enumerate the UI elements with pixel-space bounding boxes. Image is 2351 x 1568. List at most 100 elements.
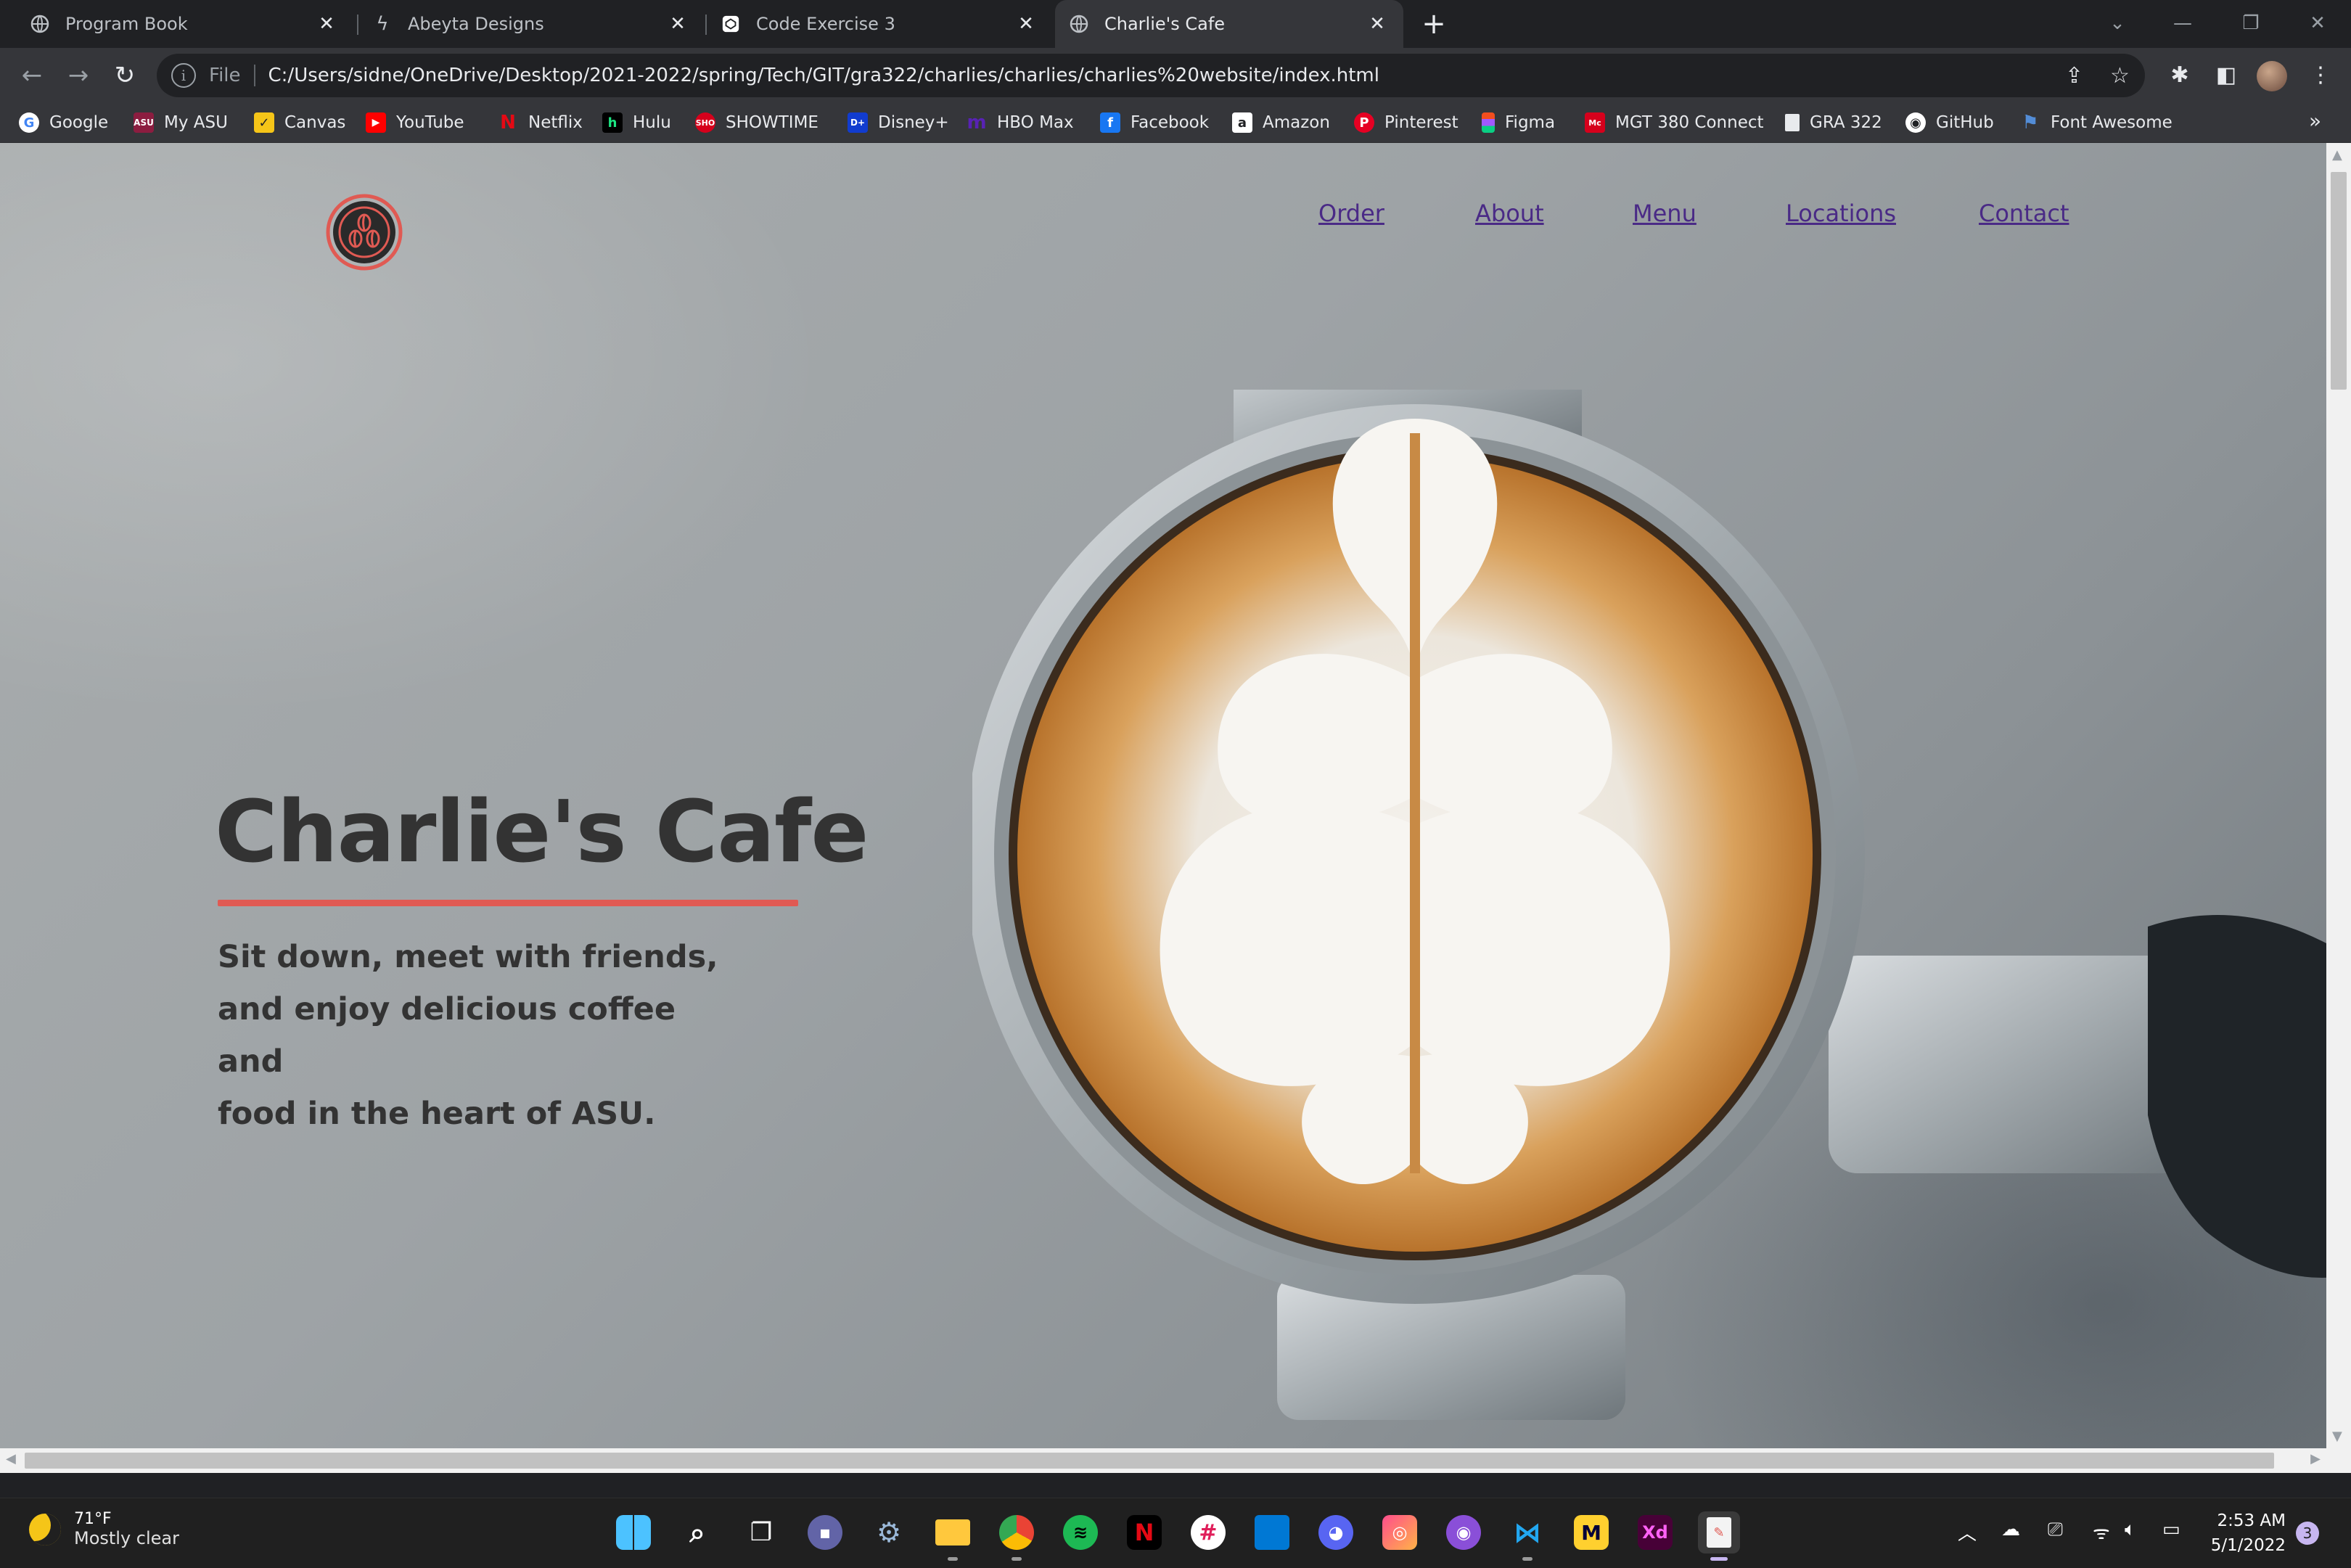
netflix-icon[interactable]: N <box>1123 1511 1165 1553</box>
forward-arrow-icon[interactable]: → <box>62 59 94 91</box>
windows-taskbar: 71°F Mostly clear ⌕ ❐ ▪ ⚙ ≋ N # ◕ ◎ ◉ ⋈ … <box>0 1498 2351 1568</box>
bookmark-facebook[interactable]: f Facebook <box>1100 110 1209 135</box>
bookmark-my-asu[interactable]: ASU My ASU <box>134 110 228 135</box>
tab-program-book[interactable]: Program Book ✕ <box>0 0 353 48</box>
bookmark-youtube[interactable]: ▶ YouTube <box>366 110 464 135</box>
photos-icon[interactable]: ◎ <box>1379 1511 1421 1553</box>
system-clock[interactable]: 2:53 AM 5/1/2022 <box>2199 1509 2286 1558</box>
nav-link-order[interactable]: Order <box>1318 200 1384 227</box>
url-text[interactable]: C:/Users/sidne/OneDrive/Desktop/2021-202… <box>268 65 1379 86</box>
close-tab-icon[interactable]: ✕ <box>316 14 337 34</box>
bookmark-label: Canvas <box>284 113 346 132</box>
tab-charlies-cafe[interactable]: Charlie's Cafe ✕ <box>1055 0 1403 48</box>
bookmark-showtime[interactable]: SHO SHOWTIME <box>695 110 818 135</box>
address-bar[interactable]: i File C:/Users/sidne/OneDrive/Desktop/2… <box>157 54 2145 97</box>
onedrive-sync-icon[interactable]: ☁ <box>2001 1519 2020 1540</box>
site-info-icon[interactable]: i <box>171 63 196 88</box>
close-tab-icon[interactable]: ✕ <box>1367 14 1387 34</box>
horizontal-scrollbar[interactable]: ◀ ▶ <box>0 1448 2326 1473</box>
hulu-icon: h <box>602 112 623 133</box>
bookmark-hulu[interactable]: h Hulu <box>602 110 671 135</box>
amazon-icon: a <box>1232 112 1252 133</box>
bookmark-canvas[interactable]: ✓ Canvas <box>254 110 345 135</box>
weather-widget[interactable]: 71°F Mostly clear <box>29 1510 179 1548</box>
minimize-button[interactable]: — <box>2167 7 2199 39</box>
nav-link-locations[interactable]: Locations <box>1786 200 1896 227</box>
scroll-down-arrow-icon[interactable]: ▼ <box>2332 1429 2342 1444</box>
editor-logo-icon: ✎ <box>1707 1517 1731 1548</box>
back-arrow-icon[interactable]: ← <box>16 59 48 91</box>
bookmark-gra-322[interactable]: GRA 322 <box>1785 110 1882 135</box>
hero-underline <box>218 900 798 906</box>
slack-icon[interactable]: # <box>1187 1511 1229 1553</box>
bookmark-label: GitHub <box>1936 113 1994 132</box>
battery-icon[interactable]: ▭ <box>2162 1519 2180 1540</box>
tab-code-exercise[interactable]: Code Exercise 3 ✕ <box>707 0 1052 48</box>
chrome-icon[interactable] <box>996 1511 1038 1561</box>
nav-link-contact[interactable]: Contact <box>1979 200 2069 227</box>
globe-icon <box>1070 15 1088 33</box>
scroll-right-arrow-icon[interactable]: ▶ <box>2310 1451 2321 1466</box>
side-panel-icon[interactable]: ◧ <box>2210 59 2242 91</box>
store-icon[interactable] <box>1251 1511 1293 1553</box>
new-tab-button[interactable]: + <box>1419 9 1448 39</box>
bookmark-label: HBO Max <box>997 113 1074 132</box>
bookmark-star-icon[interactable]: ☆ <box>2110 63 2130 89</box>
bookmark-mgt-380-connect[interactable]: Mc MGT 380 Connect <box>1585 110 1764 135</box>
bookmark-font-awesome[interactable]: ⚑ Font Awesome <box>2020 110 2172 135</box>
bookmark-netflix[interactable]: N Netflix <box>498 110 583 135</box>
bookmark-google[interactable]: G Google <box>19 110 108 135</box>
bookmark-figma[interactable]: Figma <box>1482 110 1555 135</box>
bookmark-disney-plus[interactable]: D+ Disney+ <box>848 110 949 135</box>
scrollbar-thumb[interactable] <box>25 1453 2274 1469</box>
bookmark-amazon[interactable]: a Amazon <box>1232 110 1330 135</box>
bookmark-pinterest[interactable]: P Pinterest <box>1354 110 1458 135</box>
running-indicator <box>1710 1557 1728 1561</box>
menu-kebab-icon[interactable]: ⋮ <box>2305 59 2336 91</box>
notification-badge[interactable]: 3 <box>2296 1522 2319 1545</box>
scroll-up-arrow-icon[interactable]: ▲ <box>2332 147 2342 163</box>
task-view-icon[interactable]: ❐ <box>740 1511 782 1553</box>
hbomax-icon: m <box>967 112 987 134</box>
nav-link-menu[interactable]: Menu <box>1633 200 1696 227</box>
scrollbar-thumb[interactable] <box>2331 172 2347 390</box>
file-explorer-icon[interactable] <box>932 1511 974 1561</box>
vertical-scrollbar[interactable]: ▲ ▼ <box>2326 143 2351 1473</box>
discord-icon[interactable]: ◕ <box>1315 1511 1357 1553</box>
latte-hero-image <box>972 390 2351 1420</box>
extensions-puzzle-icon[interactable]: ✱ <box>2164 59 2196 91</box>
search-icon[interactable]: ⌕ <box>676 1511 718 1553</box>
xd-icon[interactable]: Xd <box>1634 1511 1676 1553</box>
nav-link-about[interactable]: About <box>1475 200 1544 227</box>
chat-icon[interactable]: ▪ <box>804 1511 846 1553</box>
globe-icon <box>30 15 49 33</box>
reload-icon[interactable]: ↻ <box>109 59 141 91</box>
discord-logo-icon: ◕ <box>1318 1515 1353 1550</box>
close-tab-icon[interactable]: ✕ <box>1016 14 1036 34</box>
editor-icon[interactable]: ✎ <box>1698 1511 1740 1561</box>
device-icon[interactable]: ⎚ <box>2048 1519 2063 1541</box>
google-icon: G <box>19 112 39 133</box>
github-desktop-icon[interactable]: ◉ <box>1443 1511 1485 1553</box>
settings-icon[interactable]: ⚙ <box>868 1511 910 1553</box>
share-icon[interactable]: ⇪ <box>2065 63 2083 89</box>
scroll-left-arrow-icon[interactable]: ◀ <box>6 1451 16 1466</box>
close-window-button[interactable]: ✕ <box>2302 7 2334 39</box>
restore-button[interactable]: ❐ <box>2235 7 2267 39</box>
tab-search-chevron-icon[interactable]: ⌄ <box>2101 7 2133 39</box>
tab-abeyta-designs[interactable]: ϟ Abeyta Designs ✕ <box>358 0 704 48</box>
bookmark-hbo-max[interactable]: m HBO Max <box>967 110 1074 135</box>
tray-overflow-chevron-icon[interactable]: ︿ <box>1958 1519 1977 1546</box>
vscode-icon[interactable]: ⋈ <box>1506 1511 1548 1561</box>
codepen-icon <box>721 15 740 33</box>
bookmark-github[interactable]: ◉ GitHub <box>1905 110 1994 135</box>
close-tab-icon[interactable]: ✕ <box>668 14 688 34</box>
profile-avatar[interactable] <box>2257 61 2287 91</box>
spotify-icon[interactable]: ≋ <box>1059 1511 1101 1553</box>
windows-start-icon[interactable] <box>612 1511 655 1553</box>
miro-icon[interactable]: M <box>1570 1511 1612 1553</box>
more-bookmarks-chevron-icon[interactable]: » <box>2309 109 2321 133</box>
wifi-icon[interactable]: ᯤ <box>2093 1519 2110 1545</box>
volume-icon[interactable]: 🔈︎ <box>2125 1519 2136 1541</box>
task-view-glyph-icon: ❐ <box>750 1518 773 1547</box>
